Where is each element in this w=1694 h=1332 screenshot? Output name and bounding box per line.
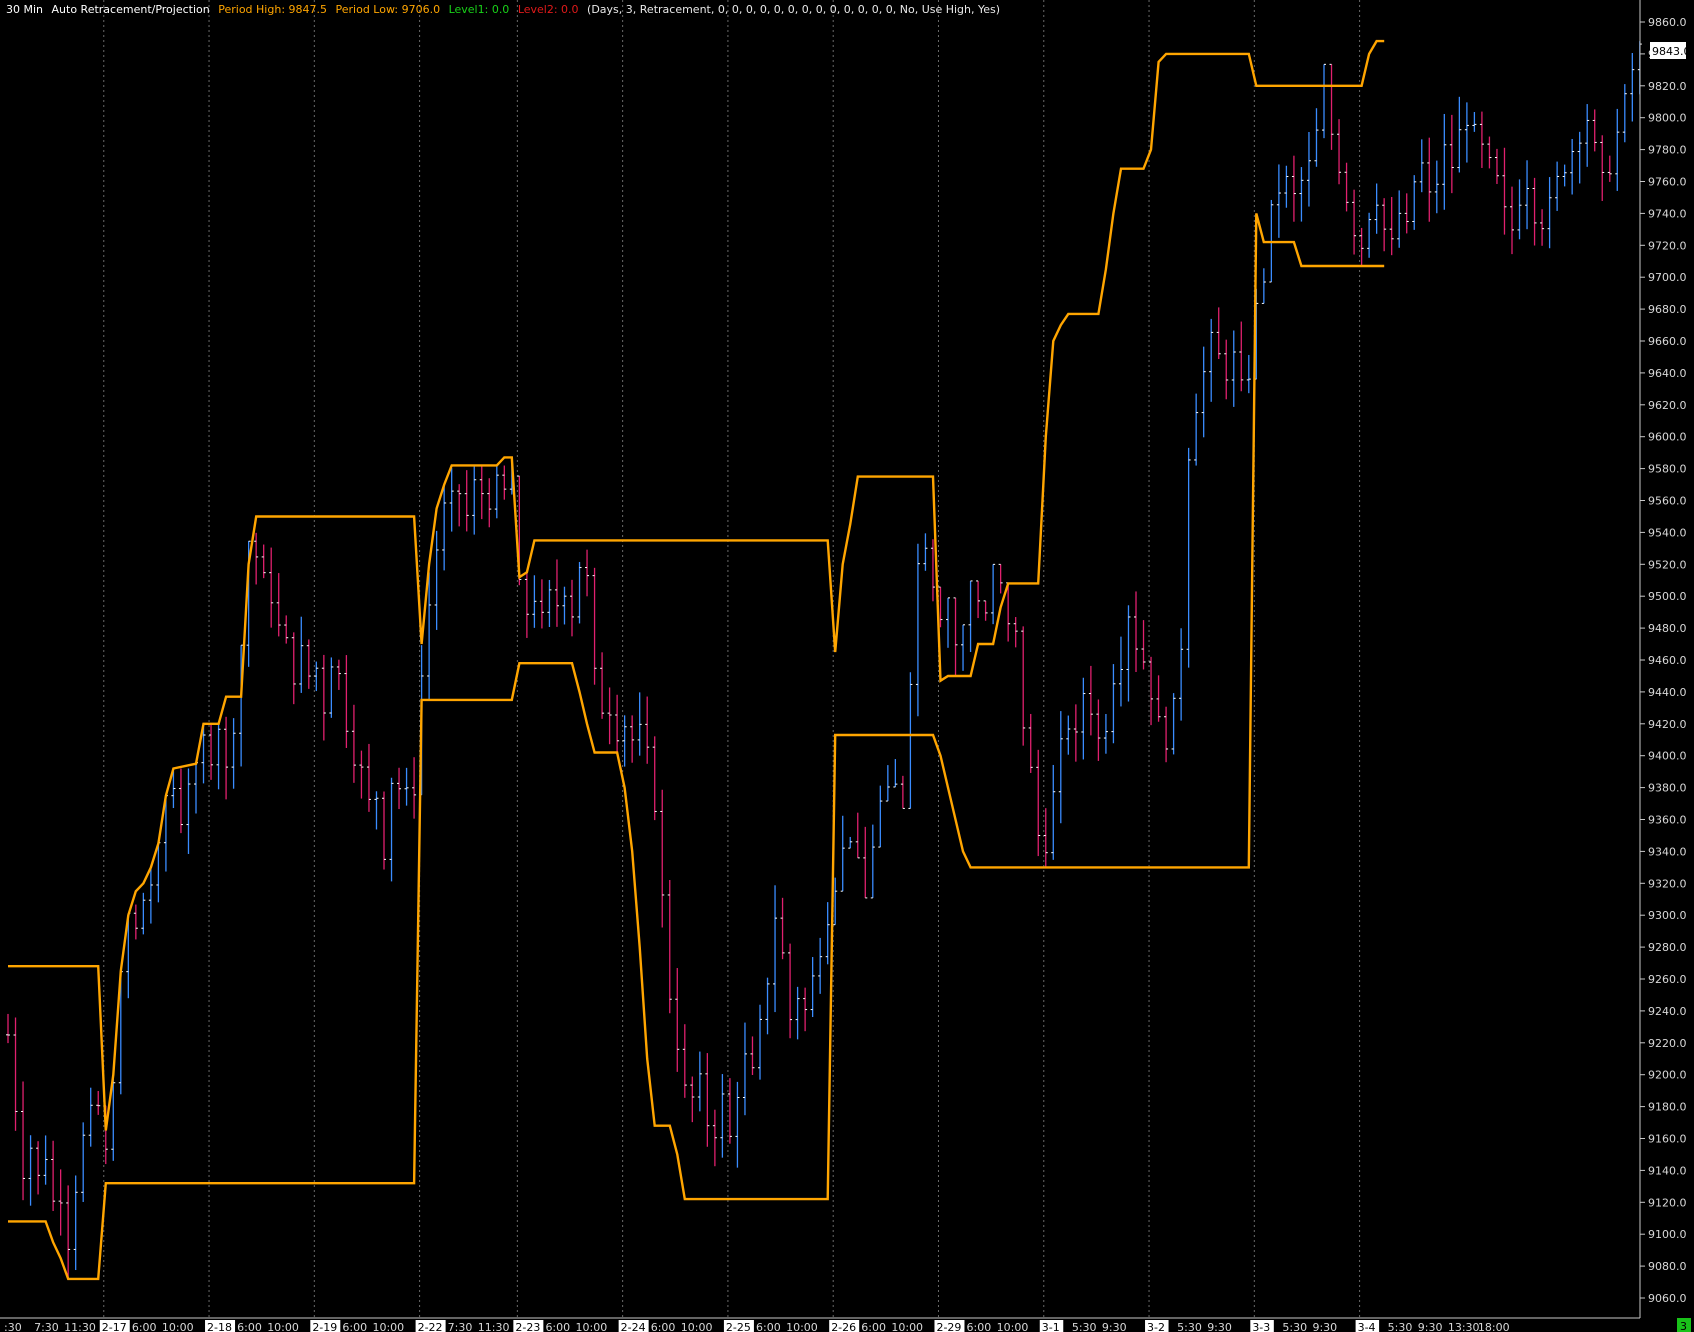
study-header: 30 Min Auto Retracement/Projection Perio… — [6, 3, 1005, 16]
time-label: 13:30 — [1448, 1321, 1480, 1332]
date-label: 2-24 — [621, 1321, 646, 1332]
price-tick-label: 9220.0 — [1648, 1037, 1687, 1050]
time-label: 11:30 — [64, 1321, 96, 1332]
price-tick-label: 9080.0 — [1648, 1260, 1687, 1273]
time-label: 10:00 — [267, 1321, 299, 1332]
price-tick-label: 9280.0 — [1648, 941, 1687, 954]
price-tick-label: 9640.0 — [1648, 367, 1687, 380]
time-label: 7:30 — [448, 1321, 473, 1332]
date-label: 3-2 — [1147, 1321, 1165, 1332]
price-tick-label: 9800.0 — [1648, 112, 1687, 125]
price-tick-label: 9660.0 — [1648, 335, 1687, 348]
time-label: 18:00 — [1478, 1321, 1510, 1332]
period-high-value: Period High: 9847.5 — [218, 3, 328, 16]
price-tick-label: 9180.0 — [1648, 1101, 1687, 1114]
study-name[interactable]: Auto Retracement/Projection — [52, 3, 210, 16]
time-label: 7:30 — [34, 1321, 59, 1332]
price-tick-label: 9580.0 — [1648, 463, 1687, 476]
time-label: 9:30 — [1312, 1321, 1337, 1332]
price-tick-label: 9720.0 — [1648, 239, 1687, 252]
price-tick-label: 9480.0 — [1648, 622, 1687, 635]
price-tick-label: 9160.0 — [1648, 1133, 1687, 1146]
time-label: 10:00 — [891, 1321, 923, 1332]
date-label: 2-29 — [936, 1321, 961, 1332]
price-tick-label: 9440.0 — [1648, 686, 1687, 699]
time-label: 10:00 — [162, 1321, 194, 1332]
time-label: 10:00 — [997, 1321, 1029, 1332]
date-label: 2-23 — [515, 1321, 540, 1332]
corner-badge: 3 — [1677, 1318, 1691, 1332]
price-tick-label: 9500.0 — [1648, 590, 1687, 603]
time-label: 6:00 — [756, 1321, 781, 1332]
date-label: 2-26 — [831, 1321, 856, 1332]
time-label: 5:30 — [1282, 1321, 1307, 1332]
time-label: 6:00 — [545, 1321, 570, 1332]
study-parameters: (Days, 3, Retracement, 0, 0, 0, 0, 0, 0,… — [587, 3, 1001, 16]
price-tick-label: 9600.0 — [1648, 431, 1687, 444]
date-label: 2-17 — [102, 1321, 127, 1332]
price-tick-label: 9620.0 — [1648, 399, 1687, 412]
price-tick-label: 9540.0 — [1648, 526, 1687, 539]
price-tick-label: 9520.0 — [1648, 558, 1687, 571]
date-label: 2-18 — [207, 1321, 232, 1332]
time-label: 6:00 — [237, 1321, 262, 1332]
price-tick-label: 9460.0 — [1648, 654, 1687, 667]
price-tick-label: 9240.0 — [1648, 1005, 1687, 1018]
price-tick-label: 9300.0 — [1648, 909, 1687, 922]
time-label: :30 — [4, 1321, 22, 1332]
price-tick-label: 9060.0 — [1648, 1292, 1687, 1305]
price-tick-label: 9780.0 — [1648, 144, 1687, 157]
price-chart[interactable]: 9060.0 9080.0 9100.0 9120.0 9140.0 9160.0 9180… — [0, 0, 1694, 1332]
date-label: 2-19 — [312, 1321, 337, 1332]
time-label: 5:30 — [1177, 1321, 1202, 1332]
time-label: 10:00 — [786, 1321, 818, 1332]
time-label: 6:00 — [861, 1321, 886, 1332]
time-axis[interactable]: :30 7:30 11:30 2-17 6:00 10:00 2-18 6:00 10:00 2-… — [4, 1320, 1510, 1332]
price-tick-label: 9360.0 — [1648, 814, 1687, 827]
price-tick-label: 9120.0 — [1648, 1196, 1687, 1209]
date-label: 3-3 — [1252, 1321, 1270, 1332]
price-tick-label: 9740.0 — [1648, 207, 1687, 220]
time-label: 5:30 — [1388, 1321, 1413, 1332]
price-tick-label: 9700.0 — [1648, 271, 1687, 284]
corner-badge-label: 3 — [1680, 1320, 1687, 1332]
price-tick-label: 9560.0 — [1648, 495, 1687, 508]
date-label: 3-1 — [1042, 1321, 1060, 1332]
time-label: 5:30 — [1072, 1321, 1097, 1332]
date-label: 2-22 — [418, 1321, 443, 1332]
price-tick-label: 9100.0 — [1648, 1228, 1687, 1241]
price-tick-label: 9200.0 — [1648, 1069, 1687, 1082]
date-label: 2-25 — [726, 1321, 751, 1332]
time-label: 10:00 — [576, 1321, 608, 1332]
price-tick-label: 9380.0 — [1648, 782, 1687, 795]
chart-background — [0, 0, 1694, 1332]
price-tick-label: 9680.0 — [1648, 303, 1687, 316]
time-label: 10:00 — [372, 1321, 404, 1332]
time-label: 9:30 — [1418, 1321, 1443, 1332]
last-price-label: 9843.0 — [1652, 45, 1691, 58]
last-price-marker: 9843.0 — [1650, 42, 1691, 59]
period-low-value: Period Low: 9706.0 — [335, 3, 441, 16]
price-tick-label: 9320.0 — [1648, 877, 1687, 890]
price-tick-label: 9760.0 — [1648, 176, 1687, 189]
level1-value: Level1: 0.0 — [448, 3, 510, 16]
price-tick-label: 9820.0 — [1648, 80, 1687, 93]
timeframe-label[interactable]: 30 Min — [6, 3, 43, 16]
price-tick-label: 9400.0 — [1648, 750, 1687, 763]
price-tick-label: 9140.0 — [1648, 1164, 1687, 1177]
price-tick-label: 9860.0 — [1648, 16, 1687, 29]
time-label: 10:00 — [681, 1321, 713, 1332]
time-label: 6:00 — [132, 1321, 157, 1332]
time-label: 9:30 — [1207, 1321, 1232, 1332]
level2-value: Level2: 0.0 — [517, 3, 579, 16]
price-tick-label: 9340.0 — [1648, 845, 1687, 858]
price-tick-label: 9420.0 — [1648, 718, 1687, 731]
date-label: 3-4 — [1358, 1321, 1376, 1332]
time-label: 11:30 — [478, 1321, 510, 1332]
price-tick-label: 9260.0 — [1648, 973, 1687, 986]
time-label: 6:00 — [342, 1321, 367, 1332]
time-label: 9:30 — [1102, 1321, 1127, 1332]
time-label: 6:00 — [651, 1321, 676, 1332]
time-label: 6:00 — [967, 1321, 992, 1332]
